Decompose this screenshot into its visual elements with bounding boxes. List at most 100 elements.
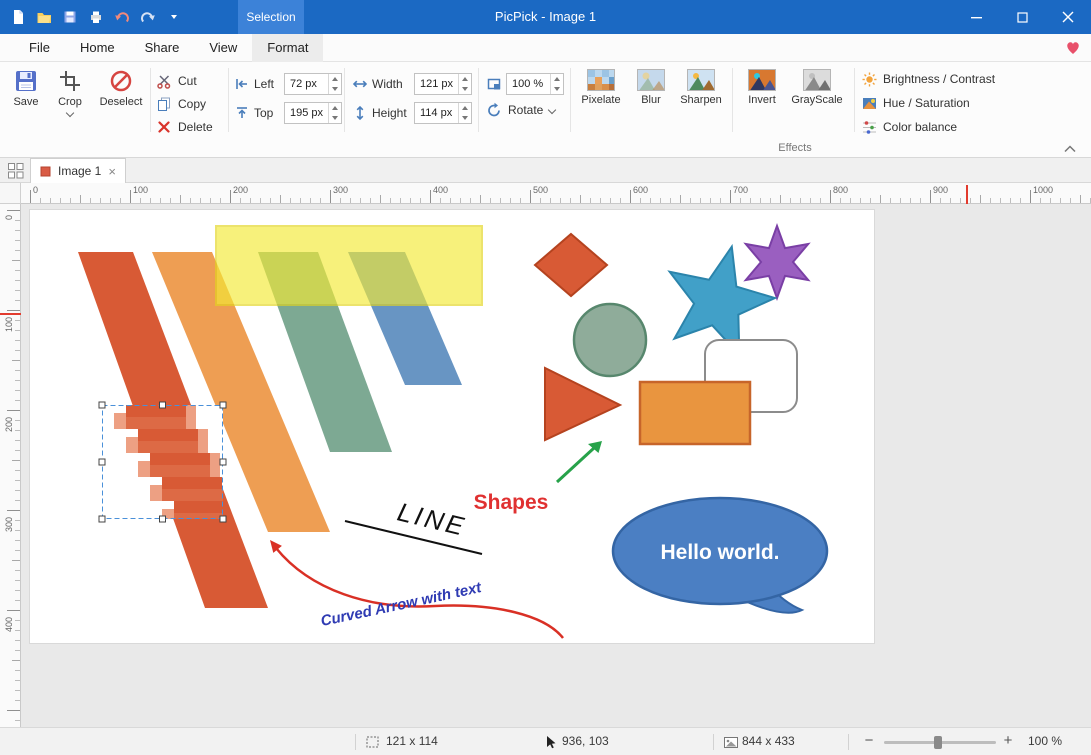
six-point-star-shape bbox=[746, 226, 808, 298]
left-label: Left bbox=[254, 77, 280, 91]
vruler-number: 400 bbox=[4, 617, 14, 632]
ribbon: Save Crop Deselect Cut Copy Delete bbox=[0, 62, 1091, 158]
scale-icon bbox=[486, 76, 502, 92]
vruler-number: 100 bbox=[4, 317, 14, 332]
save-floppy-icon bbox=[62, 9, 78, 25]
close-button[interactable] bbox=[1045, 0, 1091, 34]
undo-icon bbox=[114, 9, 130, 25]
delete-button[interactable]: Delete bbox=[154, 115, 226, 138]
cursor-position-marker-h bbox=[966, 185, 968, 204]
tab-grid-button[interactable] bbox=[7, 162, 25, 180]
zoom-out-button[interactable]: − bbox=[860, 728, 878, 755]
zoom-slider-thumb[interactable] bbox=[934, 736, 942, 749]
minimize-icon bbox=[971, 12, 982, 23]
status-separator bbox=[355, 734, 356, 750]
ruler-corner bbox=[0, 183, 21, 204]
copy-label: Copy bbox=[178, 97, 206, 111]
top-spinner[interactable]: 195 px bbox=[284, 102, 342, 124]
tab-share[interactable]: Share bbox=[130, 34, 195, 62]
new-file-icon bbox=[10, 9, 26, 25]
scale-spinner[interactable]: 100 % bbox=[506, 73, 564, 95]
vruler-number: 300 bbox=[4, 517, 14, 532]
pixelate-button[interactable]: Pixelate bbox=[576, 64, 626, 140]
height-spinner-arrows[interactable] bbox=[458, 103, 471, 123]
document-tab-bar: Image 1 × bbox=[0, 158, 1091, 183]
new-file-button[interactable] bbox=[6, 5, 30, 29]
document-tab-image1[interactable]: Image 1 × bbox=[30, 158, 126, 183]
tab-file-label: File bbox=[29, 40, 50, 55]
grayscale-button[interactable]: GrayScale bbox=[786, 64, 848, 140]
scale-spinner-arrows[interactable] bbox=[550, 74, 563, 94]
left-spinner[interactable]: 72 px bbox=[284, 73, 342, 95]
blur-button[interactable]: Blur bbox=[626, 64, 676, 140]
hruler-number: 300 bbox=[333, 185, 348, 195]
diamond-shape bbox=[535, 234, 607, 296]
height-spinner[interactable]: 114 px bbox=[414, 102, 472, 124]
image-surface[interactable]: Shapes LINE Curved Arrow with text Hello… bbox=[30, 210, 874, 643]
minimize-button[interactable] bbox=[953, 0, 999, 34]
circle-shape bbox=[574, 304, 646, 376]
pixelate-thumbnail-icon bbox=[587, 69, 615, 91]
sharpen-button[interactable]: Sharpen bbox=[676, 64, 726, 140]
tab-format[interactable]: Format bbox=[252, 34, 323, 62]
brightness-contrast-button[interactable]: Brightness / Contrast bbox=[862, 67, 995, 91]
canvas-artwork: Shapes LINE Curved Arrow with text Hello… bbox=[30, 210, 874, 643]
tab-home[interactable]: Home bbox=[65, 34, 130, 62]
print-icon bbox=[88, 9, 104, 25]
chevron-up-icon bbox=[1063, 144, 1077, 154]
green-arrow bbox=[557, 441, 602, 482]
deselect-button[interactable]: Deselect bbox=[92, 64, 150, 140]
tab-view[interactable]: View bbox=[194, 34, 252, 62]
undo-button[interactable] bbox=[110, 5, 134, 29]
save-button[interactable]: Save bbox=[4, 64, 48, 140]
width-spinner-arrows[interactable] bbox=[458, 74, 471, 94]
hruler-number: 100 bbox=[133, 185, 148, 195]
open-file-button[interactable] bbox=[32, 5, 56, 29]
hruler-number: 800 bbox=[833, 185, 848, 195]
cut-button[interactable]: Cut bbox=[154, 69, 226, 92]
color-balance-button[interactable]: Color balance bbox=[862, 115, 995, 139]
save-icon bbox=[14, 69, 38, 93]
rotate-icon bbox=[486, 102, 502, 118]
titlebar: Selection PicPick - Image 1 bbox=[0, 0, 1091, 34]
deselect-label: Deselect bbox=[100, 96, 143, 108]
cursor-icon bbox=[546, 736, 557, 749]
brightness-icon bbox=[862, 72, 877, 87]
hruler-number: 900 bbox=[933, 185, 948, 195]
selection-handle bbox=[220, 516, 226, 522]
ribbon-separator bbox=[150, 68, 151, 132]
quick-access-toolbar bbox=[0, 5, 186, 29]
context-tab-selection[interactable]: Selection bbox=[238, 0, 304, 34]
crop-icon bbox=[58, 69, 82, 93]
position-group: Left 72 px Top 195 px bbox=[234, 64, 342, 140]
print-button[interactable] bbox=[84, 5, 108, 29]
close-icon bbox=[1062, 11, 1074, 23]
left-spinner-arrows[interactable] bbox=[328, 74, 341, 94]
crop-button[interactable]: Crop bbox=[48, 64, 92, 140]
hruler-number: 0 bbox=[33, 185, 38, 195]
tab-file[interactable]: File bbox=[14, 34, 65, 62]
qat-dropdown-button[interactable] bbox=[162, 5, 186, 29]
collapse-ribbon-button[interactable] bbox=[1061, 142, 1079, 156]
zoom-in-button[interactable]: + bbox=[999, 728, 1017, 755]
bubble-text: Hello world. bbox=[660, 541, 779, 564]
tab-close-button[interactable]: × bbox=[108, 165, 116, 178]
width-spinner[interactable]: 121 px bbox=[414, 73, 472, 95]
blur-thumbnail-icon bbox=[637, 69, 665, 91]
top-spinner-arrows[interactable] bbox=[328, 103, 341, 123]
tab-view-label: View bbox=[209, 40, 237, 55]
favorite-button[interactable] bbox=[1065, 40, 1081, 56]
image-size-value: 844 x 433 bbox=[742, 728, 795, 755]
maximize-button[interactable] bbox=[999, 0, 1045, 34]
cursor-position-value: 936, 103 bbox=[562, 728, 609, 755]
height-label: Height bbox=[372, 106, 410, 120]
copy-button[interactable]: Copy bbox=[154, 92, 226, 115]
rotate-row[interactable]: Rotate bbox=[486, 102, 564, 118]
invert-button[interactable]: Invert bbox=[738, 64, 786, 140]
hue-saturation-button[interactable]: Hue / Saturation bbox=[862, 91, 995, 115]
redo-button[interactable] bbox=[136, 5, 160, 29]
grid-icon bbox=[7, 162, 25, 180]
selection-size-value: 121 x 114 bbox=[386, 728, 438, 755]
save-quick-button[interactable] bbox=[58, 5, 82, 29]
window-title: PicPick - Image 1 bbox=[495, 0, 596, 34]
